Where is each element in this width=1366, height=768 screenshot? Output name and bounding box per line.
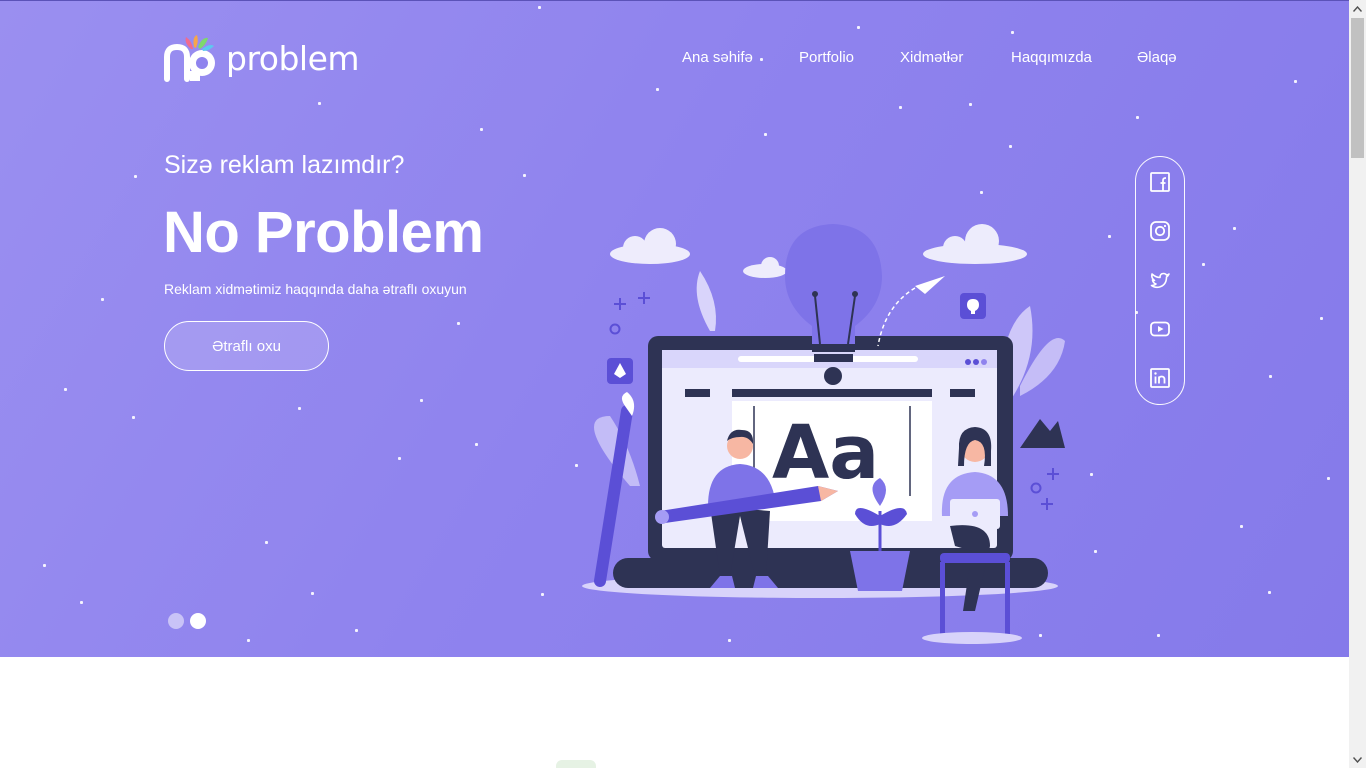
star [1157, 634, 1160, 637]
logo-text: problem [226, 39, 360, 78]
star [1240, 525, 1243, 528]
star [80, 601, 83, 604]
scroll-up-arrow-icon[interactable] [1349, 0, 1366, 17]
star [134, 175, 137, 178]
facebook-icon[interactable] [1149, 171, 1171, 193]
scrollbar-thumb[interactable] [1351, 18, 1364, 158]
star [43, 564, 46, 567]
nav-item-about[interactable]: Haqqımızda [1011, 49, 1092, 66]
next-section-badge [556, 760, 596, 768]
star [1136, 116, 1139, 119]
slider-dot-2[interactable] [190, 613, 206, 629]
star [1108, 235, 1111, 238]
star [1009, 145, 1012, 148]
star [575, 464, 578, 467]
star [298, 407, 301, 410]
star [1268, 591, 1271, 594]
social-links-bar [1135, 156, 1185, 405]
star [1327, 477, 1330, 480]
linkedin-icon[interactable] [1149, 367, 1171, 389]
scroll-down-arrow-icon[interactable] [1349, 751, 1366, 768]
slider-dot-1[interactable] [168, 613, 184, 629]
nav-item-home[interactable]: Ana səhifə [682, 49, 753, 66]
logo-mark-icon [164, 35, 215, 82]
star [64, 388, 67, 391]
star [541, 593, 544, 596]
star [311, 592, 314, 595]
star [1320, 317, 1323, 320]
star [656, 88, 659, 91]
star [132, 416, 135, 419]
star [1094, 550, 1097, 553]
hero-headline: No Problem [163, 200, 484, 265]
star [857, 26, 860, 29]
youtube-icon[interactable] [1149, 318, 1171, 340]
nav-item-portfolio[interactable]: Portfolio [799, 49, 854, 66]
read-more-button[interactable]: Ətraflı oxu [164, 321, 329, 371]
star [1233, 227, 1236, 230]
star [1202, 263, 1205, 266]
star [760, 58, 763, 61]
star [101, 298, 104, 301]
star [1011, 31, 1014, 34]
instagram-icon[interactable] [1149, 220, 1171, 242]
star [980, 191, 983, 194]
star [318, 102, 321, 105]
star [480, 128, 483, 131]
star [1090, 473, 1093, 476]
hero-subtitle: Reklam xidmətimiz haqqında daha ətraflı … [164, 281, 467, 297]
star [764, 133, 767, 136]
star [247, 639, 250, 642]
star [899, 106, 902, 109]
hero-kicker: Sizə reklam lazımdır? [164, 151, 405, 179]
star [1294, 80, 1297, 83]
nav-item-contact[interactable]: Əlaqə [1137, 49, 1177, 66]
hero-illustration: Aa [582, 224, 1065, 644]
page-scrollbar[interactable] [1349, 0, 1366, 768]
star [538, 6, 541, 9]
nav-item-services[interactable]: Xidmətlər [900, 49, 963, 66]
star [969, 103, 972, 106]
star [475, 443, 478, 446]
star [398, 457, 401, 460]
illustration-aa-text: Aa [772, 410, 879, 496]
twitter-icon[interactable] [1149, 269, 1171, 291]
slider-dots [168, 613, 206, 629]
hero-section: problem Ana səhifə Portfolio Xidmətlər H… [0, 0, 1349, 657]
star [523, 174, 526, 177]
star [355, 629, 358, 632]
star [420, 399, 423, 402]
star [457, 322, 460, 325]
star [1269, 375, 1272, 378]
star [265, 541, 268, 544]
site-logo[interactable]: problem [164, 35, 364, 83]
